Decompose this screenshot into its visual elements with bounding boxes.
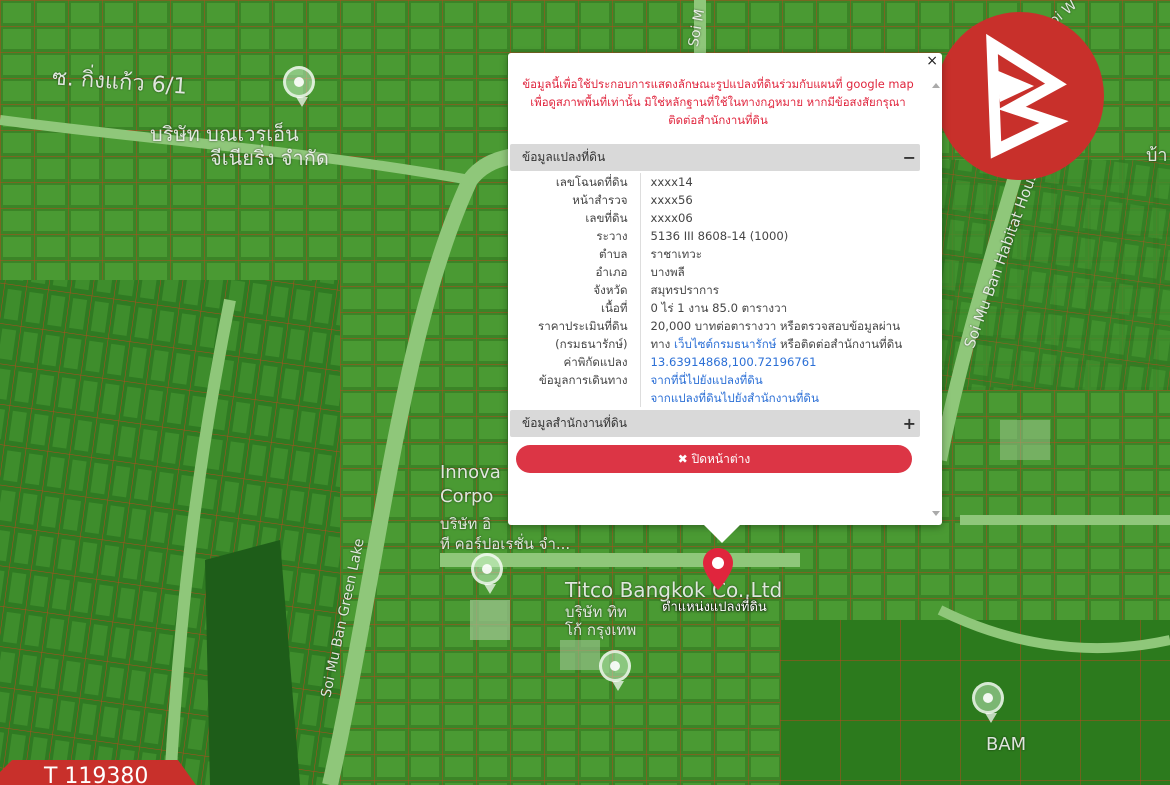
close-icon[interactable]: × — [926, 53, 938, 69]
row-key: (กรมธนารักษ์) — [510, 335, 641, 353]
map-pin-icon[interactable] — [703, 548, 733, 594]
coordinates-link[interactable]: 13.63914868,100.72196761 — [651, 355, 817, 369]
listing-id-badge: T 119380 — [0, 760, 196, 785]
table-row: อำเภอ บางพลี — [510, 263, 918, 281]
row-value: ราชาเทวะ — [650, 247, 702, 261]
popup-scrollbar[interactable] — [930, 77, 940, 522]
treasury-website-link[interactable]: เว็บไซต์กรมธนารักษ์ — [674, 337, 776, 351]
table-row: ข้อมูลการเดินทาง จากที่นี่ไปยังแปลงที่ดิน — [510, 371, 918, 389]
land-info-title: ข้อมูลแปลงที่ดิน — [522, 150, 606, 164]
listing-id-text: T 119380 — [44, 764, 149, 785]
land-office-title: ข้อมูลสำนักงานที่ดิน — [522, 416, 627, 430]
row-value: จากที่นี่ไปยังแปลงที่ดิน — [640, 371, 918, 389]
table-row: หน้าสำรวจ xxxx56 — [510, 191, 918, 209]
directions-to-parcel-link[interactable]: จากที่นี่ไปยังแปลงที่ดิน — [651, 373, 763, 387]
row-value-text: ทาง — [650, 337, 674, 351]
poi-label-titco-th-2: โก้ กรุงเทพ — [565, 621, 637, 639]
row-value: 13.63914868,100.72196761 — [640, 353, 918, 371]
row-value: บางพลี — [650, 265, 685, 279]
row-key: อำเภอ — [510, 263, 641, 281]
row-value: 5136 III 8608-14 (1000) — [650, 229, 789, 243]
edge-label: บ้า — [1146, 145, 1168, 166]
poi-pin-icon[interactable] — [283, 66, 315, 107]
collapse-icon[interactable]: − — [903, 144, 916, 171]
land-office-section: ข้อมูลสำนักงานที่ดิน + — [510, 410, 920, 437]
row-key: ค่าพิกัดแปลง — [510, 353, 641, 371]
scroll-up-icon[interactable] — [932, 83, 940, 88]
table-row: ตำบล ราชาเทวะ — [510, 245, 918, 263]
close-icon: ✖ — [677, 452, 688, 466]
close-window-label: ปิดหน้าต่าง — [691, 452, 751, 466]
row-value: xxxx14 — [650, 175, 693, 189]
land-info-section: ข้อมูลแปลงที่ดิน − เลขโฉนดที่ดิน xxxx14 ห… — [510, 144, 920, 407]
land-info-header[interactable]: ข้อมูลแปลงที่ดิน − — [510, 144, 920, 171]
row-value: ทาง เว็บไซต์กรมธนารักษ์ หรือติดต่อสำนักง… — [640, 335, 918, 353]
row-key: จังหวัด — [510, 281, 641, 299]
company-label-line2: จีเนียริ่ง จำกัด — [210, 146, 329, 170]
row-key — [510, 389, 641, 407]
parcel-info-popup: × ข้อมูลนี้เพื่อใช้ประกอบการแสดงลักษณะรู… — [508, 53, 942, 543]
popup-pointer — [704, 525, 740, 543]
poi-pin-icon[interactable] — [471, 553, 503, 594]
poi-label-bam: BAM — [986, 734, 1027, 755]
table-row: จังหวัด สมุทรปราการ — [510, 281, 918, 299]
row-value: สมุทรปราการ — [650, 283, 719, 297]
poi-label-innova-2: Corpo — [440, 486, 494, 507]
location-label: ตำแหน่งแปลงที่ดิน — [662, 600, 767, 615]
table-row: (กรมธนารักษ์) ทาง เว็บไซต์กรมธนารักษ์ หรื… — [510, 335, 918, 353]
row-key: ระวาง — [510, 227, 641, 245]
row-value-text: หรือติดต่อสำนักงานที่ดิน — [776, 337, 903, 351]
close-window-button[interactable]: ✖ ปิดหน้าต่าง — [516, 445, 912, 473]
row-value: 0 ไร่ 1 งาน 85.0 ตารางวา — [650, 301, 788, 315]
table-row: เลขโฉนดที่ดิน xxxx14 — [510, 173, 918, 191]
land-office-header[interactable]: ข้อมูลสำนักงานที่ดิน + — [510, 410, 920, 437]
row-value: xxxx06 — [650, 211, 693, 225]
expand-icon[interactable]: + — [903, 410, 916, 437]
poi-label-innova-th-2: ที คอร์ปอเรชั่น จำ... — [440, 535, 571, 553]
poi-pin-icon[interactable] — [972, 682, 1004, 723]
row-key: ข้อมูลการเดินทาง — [510, 371, 641, 389]
row-value: จากแปลงที่ดินไปยังสำนักงานที่ดิน — [640, 389, 918, 407]
directions-to-office-link[interactable]: จากแปลงที่ดินไปยังสำนักงานที่ดิน — [651, 391, 819, 405]
row-key: เลขโฉนดที่ดิน — [510, 173, 641, 191]
row-key: ตำบล — [510, 245, 641, 263]
row-key: ราคาประเมินที่ดิน — [510, 317, 641, 335]
row-value: 20,000 บาทต่อตารางวา หรือตรวจสอบข้อมูลผ่… — [650, 319, 901, 333]
row-key: หน้าสำรวจ — [510, 191, 641, 209]
table-row: ระวาง 5136 III 8608-14 (1000) — [510, 227, 918, 245]
land-info-table: เลขโฉนดที่ดิน xxxx14 หน้าสำรวจ xxxx56 เลขท… — [510, 173, 918, 407]
row-key: เนื้อที่ — [510, 299, 641, 317]
table-row: ราคาประเมินที่ดิน 20,000 บาทต่อตารางวา หร… — [510, 317, 918, 335]
poi-label-innova-1: Innova — [440, 462, 501, 483]
table-row: จากแปลงที่ดินไปยังสำนักงานที่ดิน — [510, 389, 918, 407]
poi-pin-icon[interactable] — [599, 650, 631, 691]
row-value: xxxx56 — [650, 193, 693, 207]
brand-logo-icon — [936, 12, 1104, 180]
row-key: เลขที่ดิน — [510, 209, 641, 227]
table-row: เนื้อที่ 0 ไร่ 1 งาน 85.0 ตารางวา — [510, 299, 918, 317]
scroll-down-icon[interactable] — [932, 511, 940, 516]
disclaimer-text: ข้อมูลนี้เพื่อใช้ประกอบการแสดงลักษณะรูปแ… — [522, 77, 914, 127]
table-row: เลขที่ดิน xxxx06 — [510, 209, 918, 227]
table-row: ค่าพิกัดแปลง 13.63914868,100.72196761 — [510, 353, 918, 371]
